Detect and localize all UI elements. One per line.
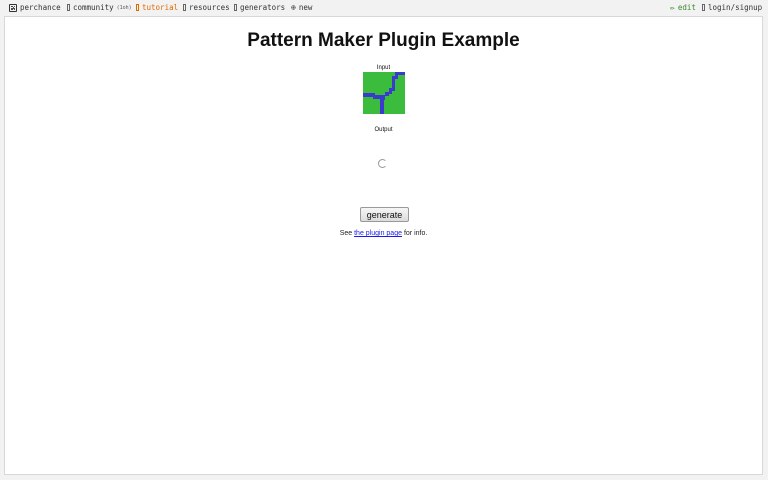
nav-resources-label: resources [189, 3, 230, 12]
pattern-line-segment [380, 99, 384, 114]
dice-icon [9, 3, 17, 12]
community-count: (1oh) [116, 4, 132, 11]
info-text: See the plugin page for info. [5, 230, 762, 237]
pattern-line-segment [385, 92, 389, 96]
output-label: Output [374, 127, 393, 133]
input-pattern-image [363, 72, 405, 114]
pattern-line-segment [373, 95, 381, 99]
nav-tutorial[interactable]: tutorial [136, 3, 178, 12]
nav-tutorial-label: tutorial [142, 3, 179, 12]
top-nav-bar: perchance community (1oh) tutorial resou… [0, 0, 768, 16]
page-title: Pattern Maker Plugin Example [247, 30, 520, 51]
resources-icon [183, 4, 186, 11]
nav-edit-label: edit [677, 3, 696, 12]
nav-login[interactable]: login/signup [702, 3, 762, 12]
plus-circle-icon: ⊕ [291, 2, 296, 12]
input-label: Input [376, 65, 391, 71]
pattern-line-segment [395, 72, 398, 79]
nav-edit[interactable]: ✏ edit [670, 3, 696, 12]
nav-generators[interactable]: generators [234, 3, 285, 12]
generators-icon [234, 4, 237, 11]
loading-spinner-icon [378, 159, 387, 168]
info-prefix: See [339, 230, 353, 237]
login-icon [702, 4, 705, 11]
nav-community-label: community [73, 3, 114, 12]
pencil-icon: ✏ [670, 2, 675, 12]
community-icon [67, 4, 70, 11]
tutorial-icon [136, 4, 139, 11]
info-suffix: for info. [403, 230, 428, 237]
generator-output-panel: Pattern Maker Plugin Example Input Outpu… [4, 16, 763, 475]
nav-generators-label: generators [240, 3, 286, 12]
pattern-line-segment [392, 76, 395, 91]
nav-community[interactable]: community (1oh) [67, 3, 132, 12]
nav-login-label: login/signup [708, 3, 763, 12]
generate-button[interactable]: generate [360, 207, 409, 222]
nav-perchance-home[interactable]: perchance [9, 3, 61, 12]
nav-new[interactable]: ⊕ new [291, 3, 312, 12]
plugin-page-link[interactable]: the plugin page [354, 230, 402, 237]
pattern-line-segment [398, 72, 405, 75]
pattern-line-segment [389, 88, 392, 94]
nav-resources[interactable]: resources [183, 3, 230, 12]
nav-new-label: new [298, 3, 313, 12]
nav-perchance-label: perchance [20, 3, 61, 12]
